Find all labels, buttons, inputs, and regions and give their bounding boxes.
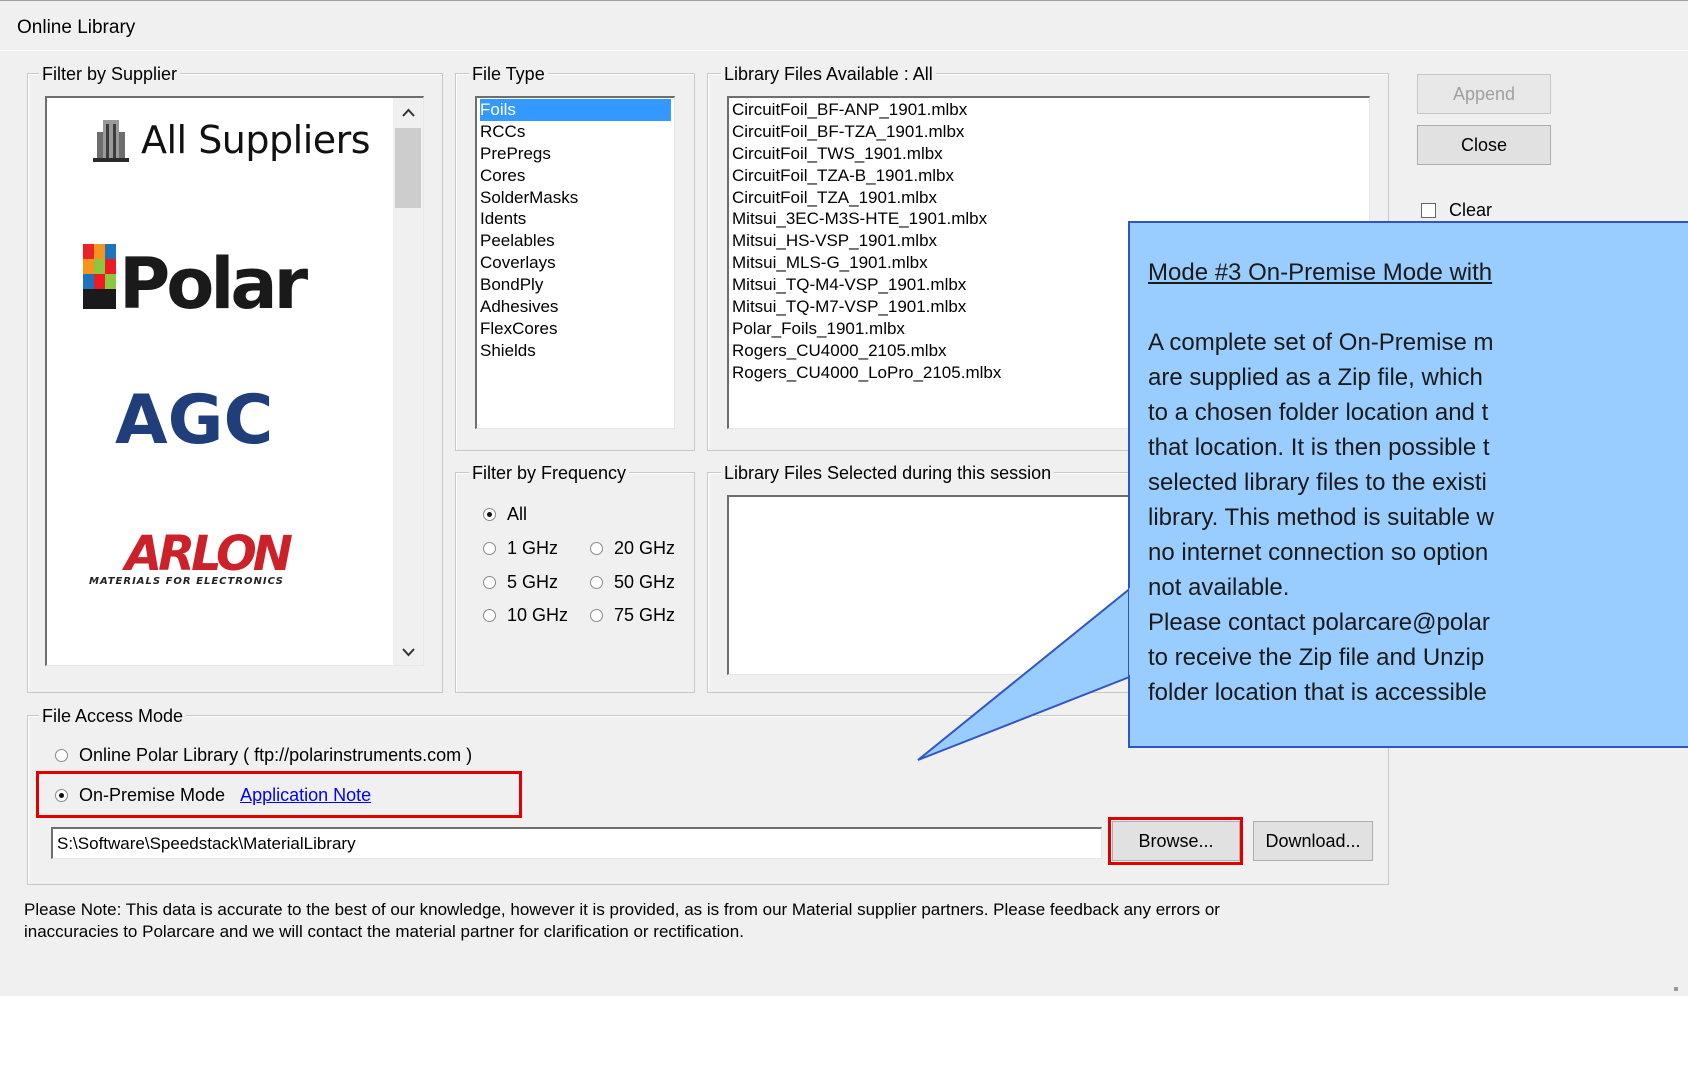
callout-line: folder location that is accessible (1148, 679, 1487, 706)
callout-line: that location. It is then possible t (1148, 434, 1490, 461)
callout-line: to a chosen folder location and t (1148, 399, 1489, 426)
callout-text: Mode #3 On-Premise Mode with A complete … (1148, 255, 1494, 710)
callout-line: not available. (1148, 574, 1290, 601)
callout-line: to receive the Zip file and Unzip (1148, 644, 1485, 671)
callout-line: no internet connection so option (1148, 539, 1489, 566)
callout-line: library. This method is suitable w (1148, 504, 1494, 531)
callout-line: A complete set of On-Premise m (1148, 329, 1494, 356)
callout-line: selected library files to the existi (1148, 469, 1487, 496)
callout-line: are supplied as a Zip file, which (1148, 364, 1483, 391)
callout-line: Please contact polarcare@polar (1148, 609, 1490, 636)
callout-heading: Mode #3 On-Premise Mode with (1148, 259, 1493, 286)
callout-pointer-joint (1129, 588, 1133, 675)
